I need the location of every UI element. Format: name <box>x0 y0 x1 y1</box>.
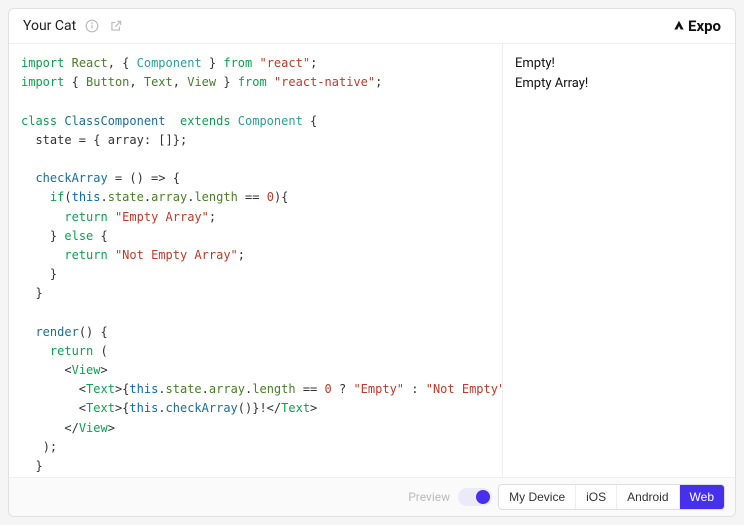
num-zero: 0 <box>267 190 274 204</box>
kw-import: import <box>21 56 64 70</box>
tag-text2c: Text <box>281 401 310 415</box>
kw-from2: from <box>238 75 267 89</box>
tag-view-close: View <box>79 421 108 435</box>
kw-extends: extends <box>180 114 231 128</box>
ident-component: Component <box>137 56 202 70</box>
jsx-checkarray: checkArray <box>166 401 238 415</box>
op-eq: == <box>238 190 267 204</box>
platform-android[interactable]: Android <box>616 485 678 509</box>
ident-view: View <box>187 75 216 89</box>
kw-this1: this <box>72 190 101 204</box>
preview-toggle[interactable] <box>458 488 492 506</box>
kw-return3: return <box>50 344 93 358</box>
jsx-empty: "Empty" <box>353 382 404 396</box>
code-editor[interactable]: import React, { Component } from "react"… <box>9 44 503 477</box>
kw-else: else <box>64 229 93 243</box>
project-title[interactable]: Your Cat <box>23 18 76 34</box>
arrow-decl: = () => { <box>108 171 180 185</box>
jsx-state: state <box>166 382 202 396</box>
ident-text: Text <box>144 75 173 89</box>
jsx-eq: == <box>296 382 325 396</box>
extends-component: Component <box>238 114 303 128</box>
prop-length: length <box>194 190 237 204</box>
jsx-length: length <box>252 382 295 396</box>
open-external-icon[interactable] <box>108 18 124 34</box>
preview-pane: Empty! Empty Array! <box>503 44 735 477</box>
kw-return2: return <box>64 248 107 262</box>
kw-return1: return <box>64 210 107 224</box>
kw-this3: this <box>129 401 158 415</box>
jsx-not-empty: "Not Empty" <box>426 382 503 396</box>
str-react: "react" <box>259 56 310 70</box>
ident-button: Button <box>86 75 129 89</box>
tag-view-open: View <box>72 363 101 377</box>
kw-this2: this <box>129 382 158 396</box>
prop-state: state <box>108 190 144 204</box>
expo-brand[interactable]: Expo <box>672 17 721 35</box>
ident-react: React <box>72 56 108 70</box>
kw-from: from <box>223 56 252 70</box>
kw-class: class <box>21 114 57 128</box>
snack-editor-frame: Your Cat Expo import React, { Component … <box>8 8 736 517</box>
preview-label: Preview <box>408 490 450 504</box>
platform-segmented-control: My Device iOS Android Web <box>498 484 725 510</box>
classname: ClassComponent <box>64 114 165 128</box>
method-render: render <box>35 325 78 339</box>
str-not-empty-array: "Not Empty Array" <box>115 248 238 262</box>
preview-line-2: Empty Array! <box>515 74 723 94</box>
kw-import2: import <box>21 75 64 89</box>
state-decl: state = { array: []}; <box>35 133 187 147</box>
header-left: Your Cat <box>23 18 124 34</box>
tag-text2: Text <box>86 401 115 415</box>
jsx-zero: 0 <box>325 382 332 396</box>
str-empty-array: "Empty Array" <box>115 210 209 224</box>
prop-array: array <box>151 190 187 204</box>
tag-text1: Text <box>86 382 115 396</box>
footer-bar: Preview My Device iOS Android Web <box>9 477 735 516</box>
str-react-native: "react-native" <box>274 75 375 89</box>
expo-brand-label: Expo <box>688 17 721 35</box>
toggle-knob <box>476 490 490 504</box>
info-icon[interactable] <box>84 18 100 34</box>
main-area: import React, { Component } from "react"… <box>9 44 735 477</box>
method-checkarray: checkArray <box>35 171 107 185</box>
platform-web[interactable]: Web <box>679 485 724 509</box>
jsx-array: array <box>209 382 245 396</box>
preview-line-1: Empty! <box>515 54 723 74</box>
platform-my-device[interactable]: My Device <box>499 485 575 509</box>
kw-if: if <box>50 190 64 204</box>
platform-ios[interactable]: iOS <box>575 485 616 509</box>
header-bar: Your Cat Expo <box>9 9 735 44</box>
